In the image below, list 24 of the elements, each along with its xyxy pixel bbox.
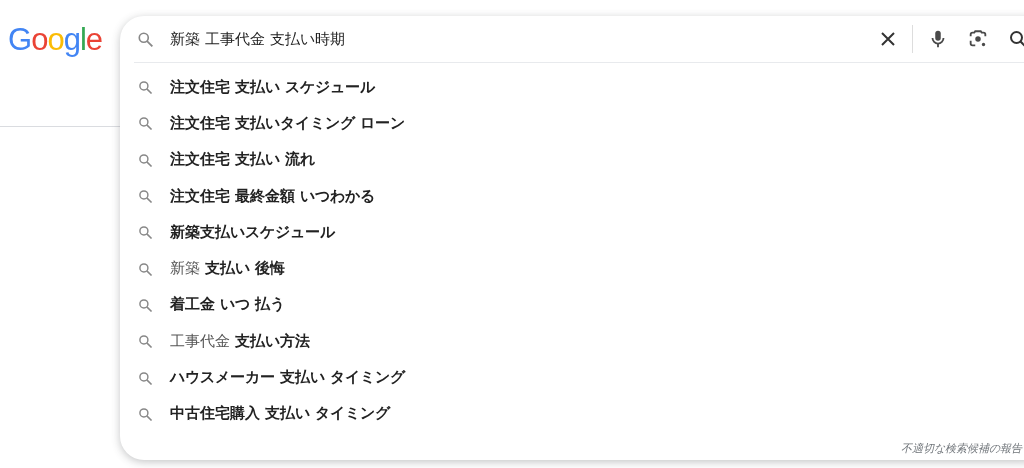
search-icon xyxy=(137,79,153,96)
suggestion-item[interactable]: 着工金 いつ 払う xyxy=(170,295,286,315)
search-icon xyxy=(137,369,153,386)
suggestion-item[interactable]: 注文住宅 支払い 流れ xyxy=(170,150,316,170)
suggestion-item[interactable]: 注文住宅 支払いタイミング ローン xyxy=(170,113,406,133)
search-icon xyxy=(136,30,154,48)
search-icon xyxy=(137,333,153,350)
search-field[interactable]: 新築 工事代金 支払い時期 xyxy=(170,30,850,48)
suggestion-item[interactable]: 注文住宅 最終金額 いつわかる xyxy=(170,186,376,206)
search-icon xyxy=(137,188,153,205)
suggestion-item[interactable]: 新築支払いスケジュール xyxy=(170,222,335,242)
suggestion-item[interactable]: 注文住宅 支払い スケジュール xyxy=(170,77,376,97)
suggestion-item[interactable]: 新築 支払い 後悔 xyxy=(170,259,285,279)
google-logo[interactable]: Google xyxy=(8,22,102,58)
suggestion-item[interactable]: 工事代金 支払い方法 xyxy=(170,331,310,351)
suggestion-item[interactable]: 中古住宅購入 支払い タイミング xyxy=(170,404,391,424)
suggestion-item[interactable]: ハウスメーカー 支払い タイミング xyxy=(170,368,406,387)
search-icon xyxy=(137,151,153,168)
search-icon xyxy=(137,115,153,132)
search-icon xyxy=(137,260,153,277)
search-icon xyxy=(137,405,153,422)
search-icon xyxy=(137,296,153,313)
report-link[interactable]: 不適切な検索候補の報告 xyxy=(901,442,1022,455)
search-icon xyxy=(137,224,153,241)
